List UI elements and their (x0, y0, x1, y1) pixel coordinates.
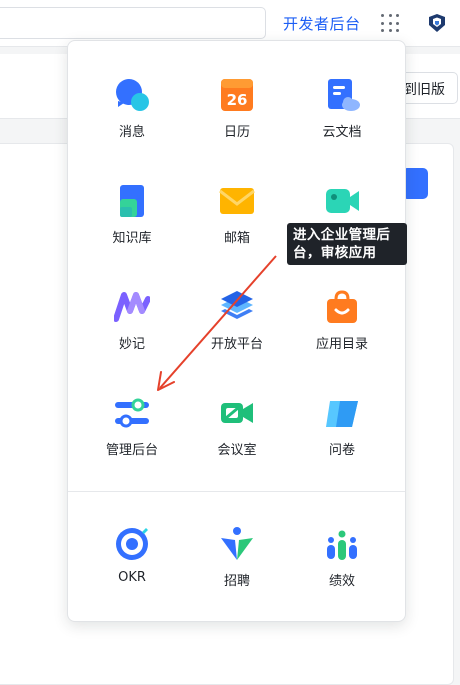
app-meeting-room[interactable]: 会议室 (182, 395, 292, 495)
panel-divider (68, 491, 405, 492)
app-minutes[interactable]: 妙记 (77, 289, 187, 389)
calendar-day-number: 26 (227, 91, 248, 109)
app-label: 消息 (118, 125, 145, 140)
video-icon (326, 189, 359, 213)
grid-dots-icon[interactable] (381, 14, 400, 33)
app-label: OKR (118, 570, 146, 585)
annotation-line-1: 进入企业管理后 (293, 227, 391, 243)
app-messages[interactable]: 消息 (77, 77, 187, 177)
okr-icon (116, 528, 148, 560)
mail-icon (219, 188, 255, 214)
app-label: 管理后台 (105, 443, 158, 458)
meeting-room-icon (221, 403, 253, 423)
app-wiki[interactable]: 知识库 (77, 183, 187, 283)
app-label: 日历 (223, 125, 250, 140)
app-label: 会议室 (217, 443, 257, 458)
user-avatar-icon[interactable] (427, 13, 447, 33)
app-label: 邮箱 (223, 231, 250, 246)
app-directory[interactable]: 应用目录 (287, 289, 397, 389)
wiki-icon (120, 185, 144, 217)
annotation-tooltip: 进入企业管理后 台，审核应用 (287, 223, 407, 265)
minutes-icon (114, 292, 150, 322)
app-hire[interactable]: 招聘 (182, 526, 292, 626)
app-open-platform[interactable]: 开放平台 (182, 289, 292, 389)
app-label: 云文档 (322, 125, 362, 140)
app-label: 开放平台 (210, 337, 263, 352)
developer-console-link[interactable]: 开发者后台 (283, 13, 361, 34)
apps-dropdown-panel: 消息 26 日历 云文档 知识库 邮箱 妙记 开放平台 应用目录 管理后台 会议… (67, 40, 406, 622)
app-okr[interactable]: OKR (77, 526, 187, 626)
cloud-doc-icon (328, 79, 360, 111)
app-label: 应用目录 (315, 337, 368, 352)
message-icon (116, 79, 149, 111)
app-admin-console[interactable]: 管理后台 (77, 395, 187, 495)
app-label: 知识库 (112, 231, 152, 246)
app-directory-icon (327, 290, 357, 323)
app-label: 招聘 (223, 574, 250, 589)
app-label: 绩效 (328, 574, 355, 589)
old-version-label: 到旧版 (403, 82, 445, 98)
app-calendar[interactable]: 26 日历 (182, 77, 292, 177)
open-platform-icon (221, 291, 253, 319)
app-mail[interactable]: 邮箱 (182, 183, 292, 283)
calendar-icon: 26 (221, 79, 253, 111)
performance-icon (327, 530, 357, 560)
app-label: 妙记 (118, 337, 145, 352)
survey-icon (326, 401, 358, 427)
annotation-line-2: 台，审核应用 (293, 245, 377, 261)
app-performance[interactable]: 绩效 (287, 526, 397, 626)
app-survey[interactable]: 问卷 (287, 395, 397, 495)
hire-icon (221, 527, 253, 560)
app-label: 问卷 (328, 443, 355, 458)
app-cloud-docs[interactable]: 云文档 (287, 77, 397, 177)
admin-console-icon (115, 398, 149, 428)
search-input[interactable] (0, 7, 266, 39)
